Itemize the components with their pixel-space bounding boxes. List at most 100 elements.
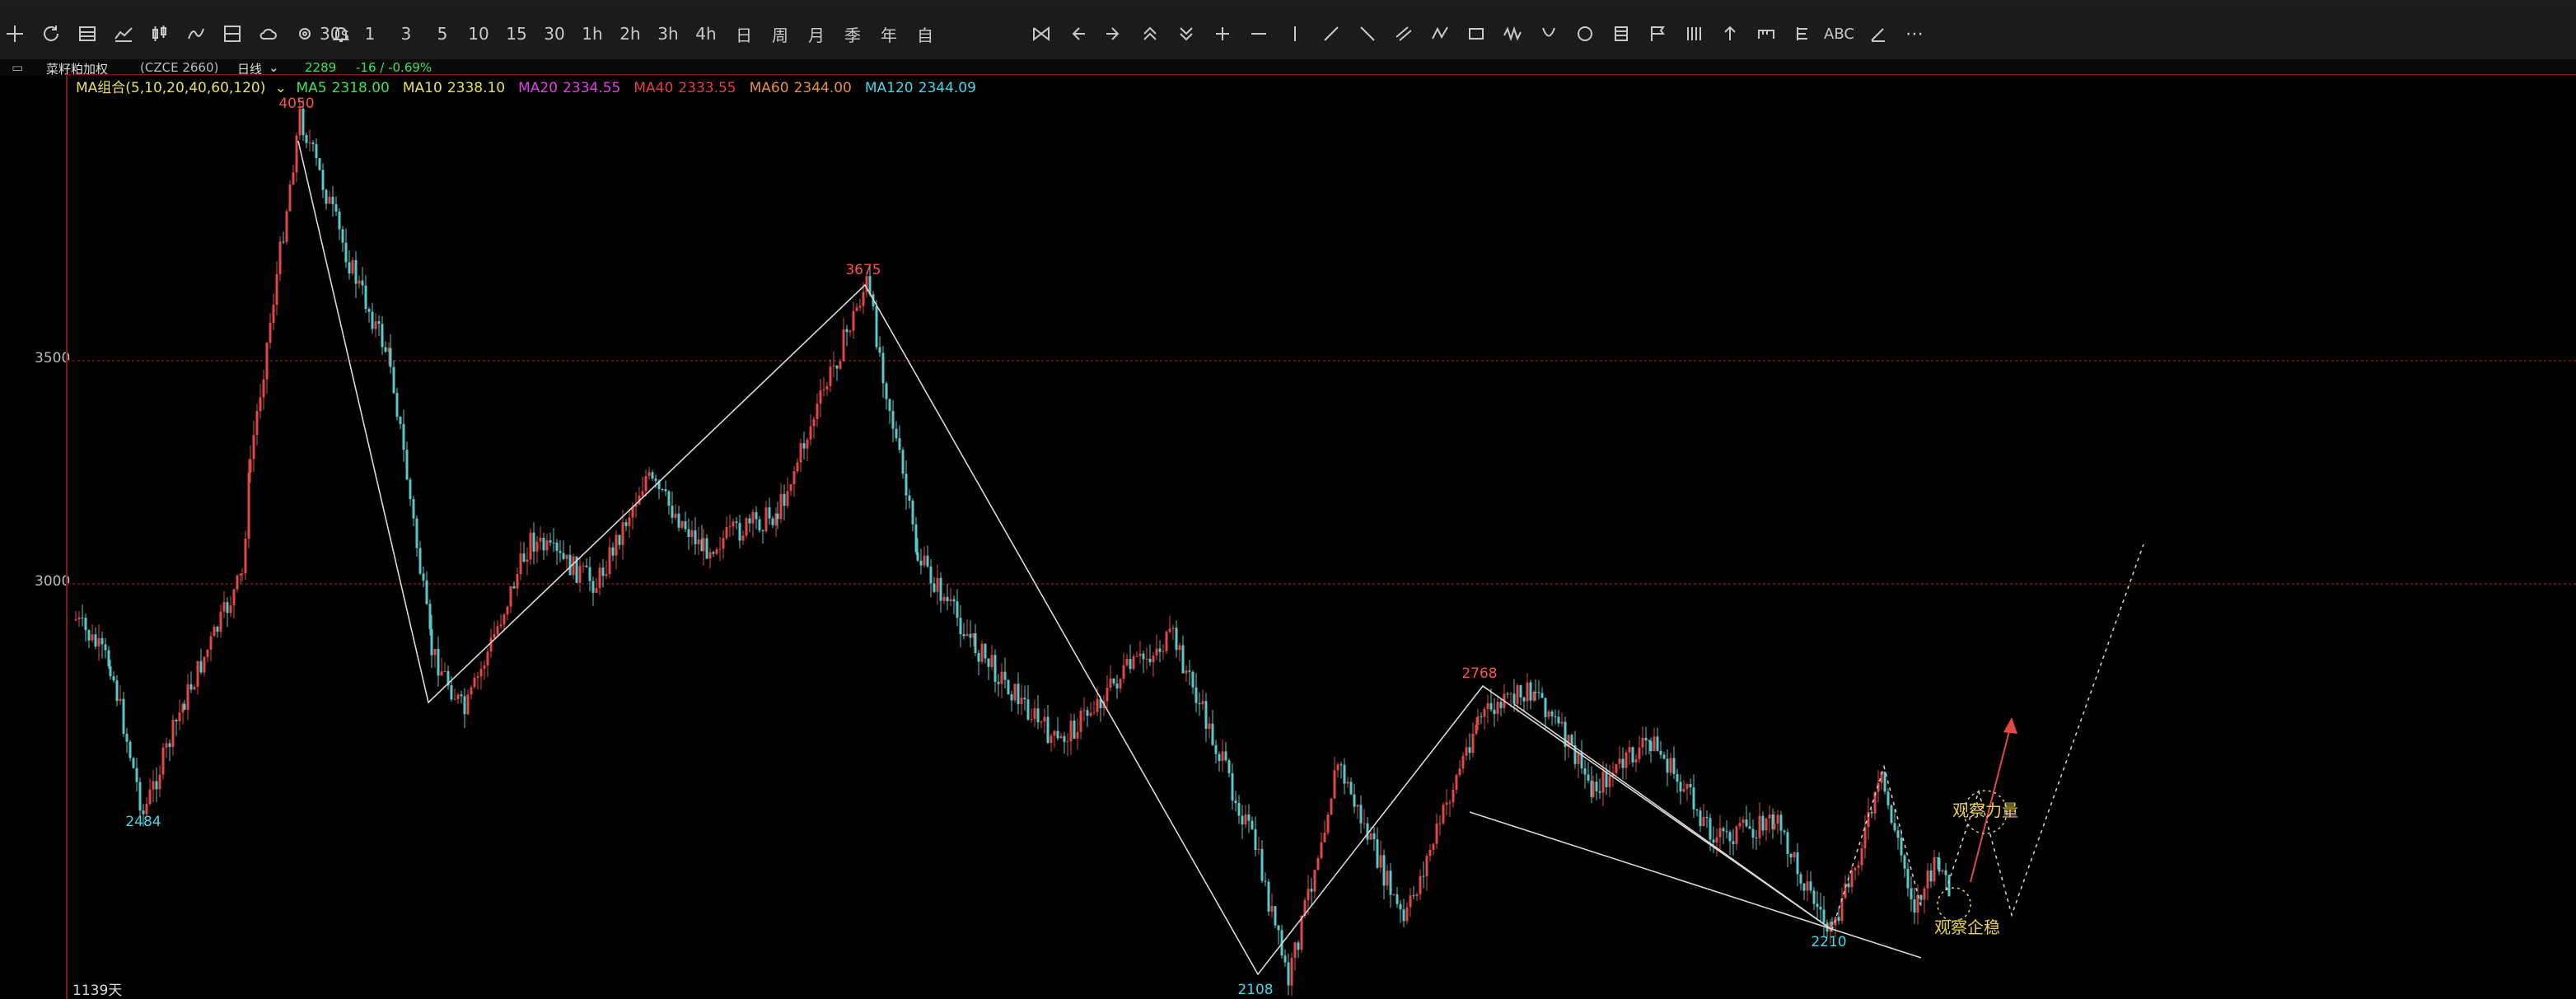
candle-body (644, 475, 648, 492)
fib-ext-icon[interactable] (1788, 20, 1817, 48)
parallel-icon[interactable] (1389, 20, 1419, 48)
candle-body (1307, 889, 1310, 901)
text-tool-button[interactable]: ABC (1824, 20, 1854, 48)
indicator-icon[interactable] (181, 20, 211, 48)
candle-body (1468, 747, 1471, 754)
period-button-16[interactable]: 自 (913, 20, 937, 48)
candle-body (1082, 710, 1086, 712)
flag-icon[interactable] (1643, 20, 1672, 48)
layout-icon[interactable] (217, 20, 247, 48)
kline-chart[interactable]: 2484 4050 3675 2108 2768 2210 观察力量 观察企稳 (66, 74, 2576, 999)
segment-icon[interactable] (1353, 20, 1382, 48)
fib-icon[interactable] (1606, 20, 1636, 48)
candle-body (568, 554, 572, 576)
candle-body (298, 108, 302, 136)
candle-body (1483, 708, 1486, 717)
period-button-6[interactable]: 30 (542, 20, 567, 48)
period-button-9[interactable]: 3h (656, 20, 680, 48)
candle-body (125, 733, 129, 742)
chevron-down-icon[interactable]: ⌄ (275, 80, 287, 96)
double-up-icon[interactable] (1135, 20, 1165, 48)
arrow-right-icon[interactable] (1099, 20, 1129, 48)
candle-body (946, 596, 949, 601)
candle-body (1689, 784, 1692, 788)
ray-icon[interactable] (1316, 20, 1346, 48)
polyline-icon[interactable] (1425, 20, 1455, 48)
more-icon[interactable]: ⋯ (1900, 20, 1929, 48)
candle-body (206, 649, 209, 657)
crosshair-icon[interactable] (0, 20, 30, 48)
period-button-12[interactable]: 周 (768, 20, 792, 48)
candle-body (1435, 823, 1438, 844)
settings-icon[interactable] (290, 20, 320, 48)
period-button-1[interactable]: 1 (358, 20, 382, 48)
period-button-2[interactable]: 3 (394, 20, 418, 48)
period-button-7[interactable]: 1h (580, 20, 605, 48)
arrow-up-icon[interactable] (1715, 20, 1745, 48)
candle-body (509, 586, 512, 607)
hline-icon[interactable] (1244, 20, 1274, 48)
pivot-label: 4050 (278, 96, 314, 112)
candle-body (1947, 875, 1951, 897)
candle-body (885, 383, 888, 399)
cloud-icon[interactable] (254, 20, 283, 48)
candle-body (959, 618, 962, 635)
period-button-5[interactable]: 15 (504, 20, 529, 48)
candle-body (1816, 903, 1819, 907)
rect-icon[interactable] (1461, 20, 1491, 48)
chevron-down-icon[interactable]: ⌄ (269, 60, 279, 75)
circle-icon[interactable] (1570, 20, 1600, 48)
candle-body (292, 172, 295, 185)
refresh-icon[interactable] (36, 20, 66, 48)
period-button-4[interactable]: 10 (466, 20, 491, 48)
bowtie-icon[interactable] (1026, 20, 1056, 48)
arc-icon[interactable] (1534, 20, 1564, 48)
period-button-13[interactable]: 月 (804, 20, 829, 48)
candle-body (745, 518, 748, 536)
period-button-0[interactable]: 30s (320, 20, 349, 48)
candle-body (1455, 775, 1458, 790)
pen-icon[interactable] (1863, 20, 1893, 48)
candle-body (460, 694, 463, 697)
wave-icon[interactable] (1498, 20, 1527, 48)
pivot-label: 2210 (1811, 934, 1846, 950)
arrow-left-icon[interactable] (1063, 20, 1092, 48)
period-button-15[interactable]: 年 (877, 20, 901, 48)
candle-body (1033, 708, 1036, 720)
candle-body (618, 535, 621, 545)
candle-body (1251, 820, 1254, 829)
candle-body (722, 538, 725, 549)
double-down-icon[interactable] (1171, 20, 1201, 48)
ruler-icon[interactable] (1751, 20, 1781, 48)
candle-body (1323, 832, 1326, 843)
vline-icon[interactable] (1280, 20, 1310, 48)
candle-body (244, 538, 247, 574)
ma-value: 2334.55 (563, 80, 621, 96)
candle-body (1267, 881, 1270, 912)
candle-body (1339, 764, 1343, 766)
period-button-3[interactable]: 5 (430, 20, 455, 48)
candle-body (381, 324, 384, 348)
candle-body (1346, 782, 1349, 784)
period-button-11[interactable]: 日 (732, 20, 756, 48)
measure-icon[interactable] (1208, 20, 1237, 48)
candle-body (1277, 925, 1280, 931)
gann-icon[interactable] (1679, 20, 1709, 48)
ma-value: 2318.00 (331, 80, 390, 96)
line-chart-icon[interactable] (109, 20, 138, 48)
candle-body (1356, 805, 1359, 807)
candle-icon[interactable] (145, 20, 175, 48)
candle-body (956, 601, 959, 619)
chart-canvas[interactable]: 2484 4050 3675 2108 2768 2210 观察力量观察企稳 (68, 75, 2576, 999)
candle-body (942, 596, 946, 601)
candle-body (1806, 881, 1809, 891)
period-button-8[interactable]: 2h (618, 20, 643, 48)
candle-body (916, 552, 919, 561)
collapse-icon[interactable]: ▭ (12, 60, 23, 75)
period-button-14[interactable]: 季 (840, 20, 865, 48)
candle-body (479, 669, 483, 677)
candle-body (493, 633, 496, 638)
period-button-10[interactable]: 4h (694, 20, 718, 48)
candle-body (565, 554, 568, 559)
table-icon[interactable] (72, 20, 102, 48)
